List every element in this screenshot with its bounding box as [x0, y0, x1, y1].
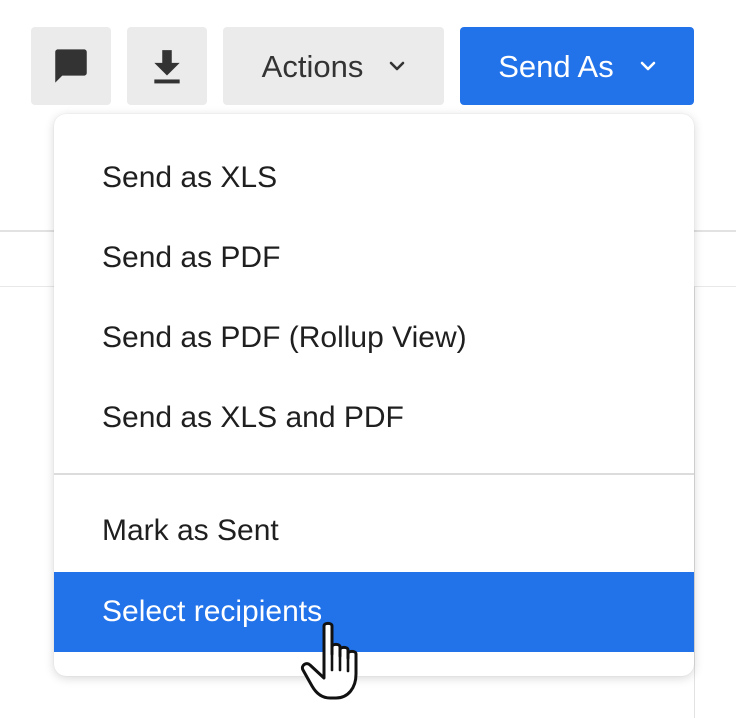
menu-item-send-as-xls[interactable]: Send as XLS — [54, 138, 694, 218]
menu-item-label: Send as PDF — [102, 241, 281, 274]
menu-item-mark-as-sent[interactable]: Mark as Sent — [54, 491, 694, 571]
download-icon — [154, 50, 180, 84]
menu-item-select-recipients[interactable]: Select recipients — [54, 572, 694, 652]
menu-item-label: Send as PDF (Rollup View) — [102, 321, 467, 354]
menu-item-label: Select recipients — [102, 595, 323, 628]
page: Actions Send As Send as XLS Send as PDF … — [0, 0, 736, 718]
menu-divider — [54, 473, 694, 475]
chevron-down-icon — [389, 61, 405, 71]
menu-item-send-as-pdf[interactable]: Send as PDF — [54, 218, 694, 298]
send-as-button[interactable]: Send As — [460, 27, 694, 105]
menu-item-label: Mark as Sent — [102, 514, 279, 547]
download-button[interactable] — [127, 27, 207, 105]
menu-item-label: Send as XLS and PDF — [102, 401, 404, 434]
menu-item-label: Send as XLS — [102, 161, 278, 194]
actions-button[interactable]: Actions — [223, 27, 444, 105]
menu-item-send-as-xls-and-pdf[interactable]: Send as XLS and PDF — [54, 378, 694, 458]
send-as-dropdown-menu: Send as XLS Send as PDF Send as PDF (Rol… — [54, 114, 694, 676]
comment-button[interactable] — [31, 27, 111, 105]
send-as-label: Send As — [498, 48, 614, 84]
actions-label: Actions — [261, 48, 364, 84]
menu-item-send-as-pdf-rollup[interactable]: Send as PDF (Rollup View) — [54, 298, 694, 378]
column-divider — [694, 287, 695, 718]
comment-icon — [55, 49, 87, 83]
chevron-down-icon — [640, 61, 656, 71]
